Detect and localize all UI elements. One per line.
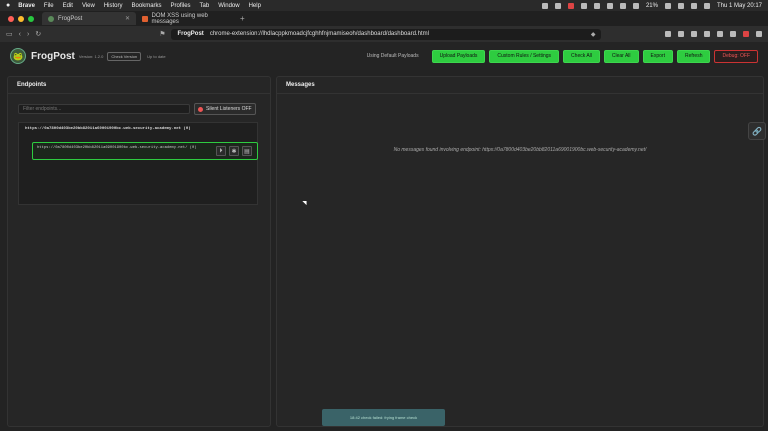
- export-button[interactable]: Export: [642, 49, 673, 63]
- menu-window[interactable]: Window: [218, 3, 239, 9]
- browser-tabbar: FrogPost ✕ DOM XSS using web messages +: [0, 11, 768, 26]
- clock[interactable]: Thu 1 May 20:17: [717, 3, 762, 9]
- check-version-button[interactable]: Check Version: [107, 51, 142, 61]
- custom-rules-button[interactable]: Custom Rules / Settings: [489, 49, 560, 63]
- close-tab-icon[interactable]: ✕: [125, 15, 130, 22]
- upload-payloads-button[interactable]: Upload Payloads: [431, 49, 486, 63]
- tab-label: DOM XSS using web messages: [151, 12, 208, 25]
- payload-status: Using Default Payloads: [366, 53, 419, 59]
- battery-icon[interactable]: [664, 2, 671, 9]
- endpoint-group[interactable]: https://0a7800d403be20bb82011a69001900bc…: [18, 122, 258, 205]
- divider: [277, 93, 763, 94]
- link-icon[interactable]: 🔗: [748, 122, 766, 140]
- clear-all-button[interactable]: Clear All: [603, 49, 639, 63]
- menu-bookmarks[interactable]: Bookmarks: [132, 3, 162, 9]
- frog-favicon-icon: [48, 15, 54, 22]
- status-icon[interactable]: [619, 2, 626, 9]
- search-icon[interactable]: [690, 2, 697, 9]
- extension-icon[interactable]: [678, 31, 684, 37]
- frog-logo-icon: 🐸: [10, 48, 26, 64]
- divider: [8, 93, 270, 94]
- status-icon[interactable]: [593, 2, 600, 9]
- tab-frogpost[interactable]: FrogPost ✕: [42, 12, 136, 25]
- endpoint-item[interactable]: https://0a7800d403be20bb82011a69001900bc…: [32, 142, 258, 160]
- status-icon[interactable]: [541, 2, 548, 9]
- shield-icon[interactable]: ◆: [591, 31, 596, 38]
- menu-view[interactable]: View: [82, 3, 95, 9]
- wallet-icon[interactable]: [691, 31, 697, 37]
- battery-percent: 21%: [645, 2, 658, 9]
- messages-title: Messages: [286, 82, 315, 88]
- silent-listeners-label: Silent Listeners OFF: [206, 106, 252, 112]
- status-icon[interactable]: [580, 2, 587, 9]
- zoom-window-icon[interactable]: [28, 15, 34, 22]
- status-icon[interactable]: [606, 2, 613, 9]
- tab-dom-xss[interactable]: DOM XSS using web messages: [136, 12, 236, 25]
- vpn-icon[interactable]: [730, 31, 736, 37]
- menu-app[interactable]: Brave: [18, 3, 35, 9]
- status-icon[interactable]: [554, 2, 561, 9]
- wifi-icon[interactable]: [677, 2, 684, 9]
- tab-label: FrogPost: [58, 15, 83, 22]
- brave-rewards-icon[interactable]: [743, 31, 749, 37]
- portswigger-favicon-icon: [142, 15, 148, 22]
- window-controls: [0, 15, 42, 22]
- back-icon[interactable]: ‹: [19, 31, 21, 38]
- mac-menubar: ● Brave File Edit View History Bookmarks…: [0, 0, 768, 11]
- frogpost-dashboard: 🐸 FrogPost Version: 1.2.0 Check Version …: [0, 42, 768, 431]
- endpoint-group-label[interactable]: https://0a7800d403be20bb82011a69001900bc…: [25, 127, 191, 131]
- silent-listeners-button[interactable]: Silent Listeners OFF: [194, 103, 256, 115]
- forward-icon[interactable]: ›: [27, 31, 29, 38]
- messages-panel: Messages No messages found involving end…: [276, 76, 764, 427]
- sidebar-icon[interactable]: ▭: [6, 30, 13, 38]
- play-icon[interactable]: ⏵: [216, 146, 226, 156]
- endpoints-title: Endpoints: [17, 82, 47, 88]
- status-toast: 18:42 check failed: frying frame check: [322, 409, 445, 426]
- new-tab-icon[interactable]: +: [240, 14, 245, 23]
- update-status: Up to date: [147, 53, 166, 59]
- filter-endpoints-input[interactable]: [18, 104, 190, 114]
- address-bar[interactable]: FrogPost chrome-extension://lhdlacppkmoa…: [171, 28, 602, 40]
- download-icon[interactable]: [717, 31, 723, 37]
- reload-icon[interactable]: ↻: [35, 30, 41, 38]
- music-icon[interactable]: [704, 31, 710, 37]
- version-label: Version: 1.2.0: [78, 53, 104, 59]
- menu-help[interactable]: Help: [249, 3, 261, 9]
- brand-title: FrogPost: [31, 50, 75, 62]
- dashboard-header: 🐸 FrogPost Version: 1.2.0 Check Version …: [0, 42, 768, 70]
- address-url: chrome-extension://lhdlacppkmoadcjfcghhf…: [209, 31, 429, 37]
- menu-profiles[interactable]: Profiles: [171, 3, 191, 9]
- menu-icon[interactable]: [756, 31, 762, 37]
- report-icon[interactable]: ▤: [242, 146, 252, 156]
- menu-edit[interactable]: Edit: [63, 3, 73, 9]
- bookmark-icon[interactable]: ⚑: [159, 30, 165, 38]
- endpoint-url: https://0a7800d403be20bb82011a69001900bc…: [37, 146, 197, 150]
- address-site: FrogPost: [177, 31, 204, 37]
- close-window-icon[interactable]: [8, 15, 14, 22]
- empty-messages-text: No messages found involving endpoint: ht…: [393, 147, 647, 153]
- refresh-button[interactable]: Refresh: [676, 49, 711, 63]
- menu-history[interactable]: History: [104, 3, 123, 9]
- browser-navbar: ▭ ‹ › ↻ ⚑ FrogPost chrome-extension://lh…: [0, 26, 768, 42]
- menu-tab[interactable]: Tab: [200, 3, 210, 9]
- bluetooth-icon[interactable]: [632, 2, 639, 9]
- apple-icon[interactable]: ●: [6, 2, 10, 9]
- settings-icon[interactable]: ✱: [229, 146, 239, 156]
- debug-toggle-button[interactable]: Debug: OFF: [714, 49, 758, 63]
- extension-icon[interactable]: [665, 31, 671, 37]
- minimize-window-icon[interactable]: [18, 15, 24, 22]
- off-indicator-icon: [198, 106, 203, 112]
- record-icon[interactable]: [567, 2, 574, 9]
- check-all-button[interactable]: Check All: [563, 49, 600, 63]
- endpoint-actions: ⏵ ✱ ▤: [216, 146, 252, 156]
- menu-file[interactable]: File: [44, 3, 54, 9]
- control-center-icon[interactable]: [703, 2, 710, 9]
